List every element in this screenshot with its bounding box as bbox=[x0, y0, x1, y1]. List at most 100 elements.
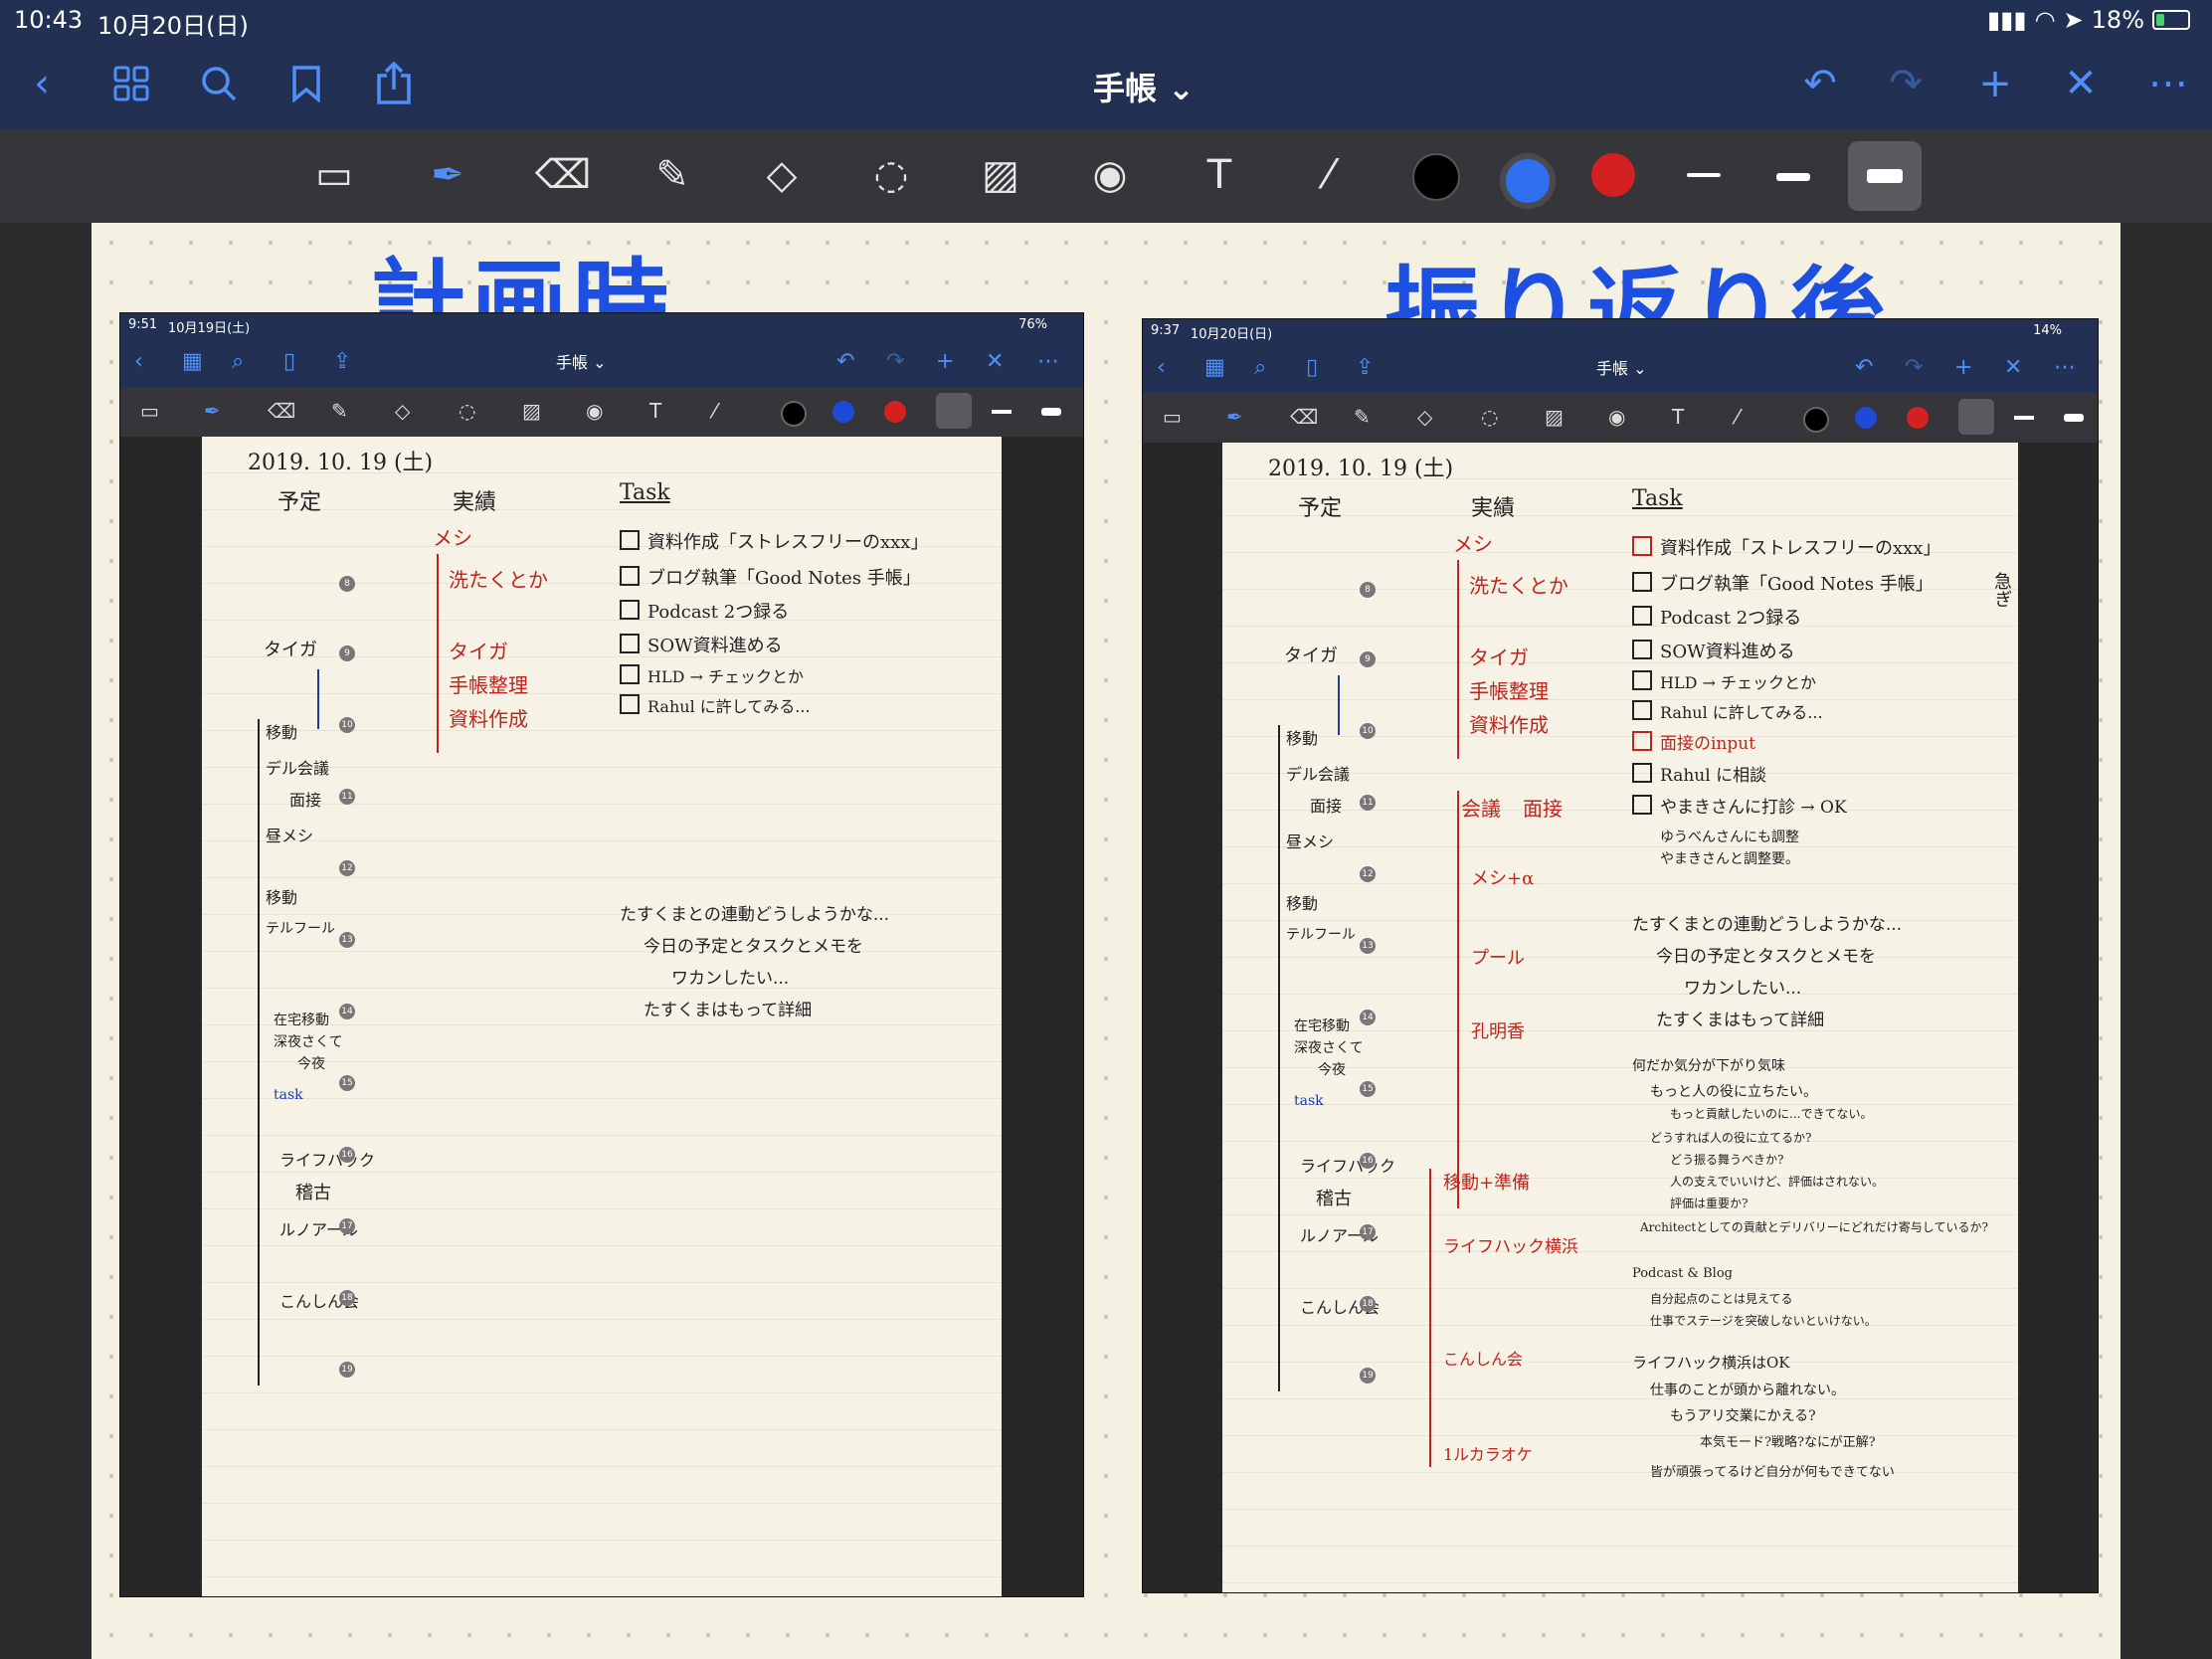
add-icon[interactable]: + bbox=[1969, 58, 2021, 109]
reflection-line: 人の支えでいいけど、評価はされない。 bbox=[1670, 1175, 1885, 1189]
hour-marker: 19 bbox=[339, 1362, 355, 1378]
shot-search-icon: ⌕ bbox=[232, 349, 245, 374]
planning-screenshot: 9:51 10月19日(土) 76% ‹ ▦ ⌕ ▯ ⇪ 手帳 ⌄ ↶ ↷ + … bbox=[119, 312, 1084, 1597]
reflection-line: どうすれば人の役に立てるか? bbox=[1650, 1131, 1812, 1145]
shot-back-icon: ‹ bbox=[1157, 355, 1166, 380]
hour-marker: 16 bbox=[1360, 1153, 1376, 1169]
hour-marker: 9 bbox=[1360, 651, 1376, 667]
hour-marker: 18 bbox=[1360, 1296, 1376, 1312]
laser-pointer-icon[interactable]: ⁄ bbox=[1299, 145, 1359, 205]
hour-marker: 17 bbox=[1360, 1224, 1376, 1240]
share-icon[interactable] bbox=[368, 58, 420, 109]
camera-icon[interactable]: ◉ bbox=[1080, 145, 1140, 205]
shot-share-icon: ⇪ bbox=[1356, 355, 1375, 380]
plan-timeline bbox=[1278, 725, 1280, 1391]
task-item: 資料作成「ストレスフリーのxxx」 bbox=[620, 528, 928, 554]
color-red-swatch[interactable] bbox=[1591, 153, 1635, 197]
hour-marker: 12 bbox=[339, 860, 355, 876]
actual-item: 孔明香 bbox=[1471, 1021, 1525, 1042]
search-icon[interactable] bbox=[193, 58, 245, 109]
shot-search-icon: ⌕ bbox=[1254, 355, 1267, 380]
hour-marker: 8 bbox=[1360, 582, 1376, 598]
memo-line: たすくまとの連動どうしようかな... bbox=[1632, 915, 1903, 935]
planning-sheet: 2019. 10. 19 (土) 予定 実績 Task メシ 洗たくとか タイガ… bbox=[202, 437, 1002, 1596]
col-plan-header: 予定 bbox=[277, 490, 322, 515]
page-layout-icon[interactable]: ▭ bbox=[304, 145, 364, 205]
text-box-icon[interactable]: T bbox=[1190, 145, 1249, 205]
color-blue-swatch[interactable] bbox=[1500, 153, 1556, 209]
plan-timeline bbox=[258, 719, 260, 1385]
added-task-note: やまきさんと調整要。 bbox=[1660, 851, 1799, 867]
actual-item: 洗たくとか bbox=[449, 568, 548, 592]
plan-item: デル会議 bbox=[266, 759, 330, 778]
memo-line: たすくまはもって詳細 bbox=[644, 1001, 813, 1020]
status-date: 10月20日(日) bbox=[97, 12, 249, 40]
more-icon[interactable]: ⋯ bbox=[2142, 58, 2194, 109]
shot-close-icon: ✕ bbox=[986, 349, 1005, 374]
shot-more-icon: ⋯ bbox=[1037, 349, 1059, 374]
battery-percent: 18% bbox=[2091, 6, 2144, 34]
image-icon[interactable]: ▨ bbox=[971, 145, 1030, 205]
sheet-date: 2019. 10. 19 (土) bbox=[248, 451, 434, 475]
shapes-icon[interactable]: ◇ bbox=[752, 145, 812, 205]
highlighter-icon[interactable]: ✎ bbox=[643, 145, 702, 205]
plan-item: 移動 bbox=[266, 888, 298, 907]
back-icon[interactable]: ‹ bbox=[16, 58, 68, 109]
lasso-icon[interactable]: ◌ bbox=[861, 145, 921, 205]
close-icon[interactable]: ✕ bbox=[2055, 58, 2107, 109]
col-task-header: Task bbox=[620, 480, 670, 505]
redo-icon[interactable]: ↷ bbox=[1880, 58, 1932, 109]
reflection-line: Podcast & Blog bbox=[1632, 1266, 1733, 1281]
shot-nav-bar: ‹ ▦ ⌕ ▯ ⇪ 手帳 ⌄ ↶ ↷ + ✕ ⋯ bbox=[1143, 345, 2098, 393]
stroke-thin-option[interactable] bbox=[1687, 173, 1721, 177]
actual-item: こんしん会 bbox=[1443, 1350, 1524, 1369]
task-item: 資料作成「ストレスフリーのxxx」 bbox=[1632, 534, 1940, 560]
plan-item: 深夜さくて bbox=[1294, 1040, 1364, 1056]
shot-toolbar: ▭ ✒ ⌫ ✎ ◇ ◌ ▨ ◉ T ⁄ bbox=[120, 387, 1083, 437]
memo-line: 今日の予定とタスクとメモを bbox=[644, 937, 863, 957]
status-time: 10:43 bbox=[14, 6, 84, 34]
note-page[interactable]: 計画時 振り返り後 9:51 10月19日(土) 76% ‹ ▦ ⌕ ▯ ⇪ 手… bbox=[92, 223, 2120, 1659]
added-task: やまきさんに打診 → OK bbox=[1632, 793, 1847, 818]
task-item: HLD → チェックとか bbox=[620, 663, 804, 687]
plan-item: 在宅移動 bbox=[1294, 1018, 1350, 1034]
eraser-icon[interactable]: ⌫ bbox=[533, 145, 593, 205]
status-bar: 10:43 10月20日(日) ▮▮▮ ◠ ➤ 18% bbox=[0, 0, 2212, 40]
reflection-line: 自分起点のことは見えてる bbox=[1650, 1292, 1793, 1306]
actual-item: 資料作成 bbox=[1469, 713, 1549, 737]
hour-marker: 14 bbox=[1360, 1010, 1376, 1025]
color-black-swatch[interactable] bbox=[1412, 153, 1460, 201]
undo-icon[interactable]: ↶ bbox=[1794, 58, 1846, 109]
task-item: ブログ執筆「Good Notes 手帳」 bbox=[620, 564, 921, 590]
shot-battery: 14% bbox=[2033, 323, 2062, 338]
reflection-line: 本気モード?戦略?なにが正解? bbox=[1700, 1435, 1876, 1450]
actual-item: 1ルカラオケ bbox=[1443, 1445, 1533, 1464]
col-actual-header: 実績 bbox=[1471, 496, 1516, 521]
grid-icon[interactable] bbox=[105, 58, 157, 109]
col-actual-header: 実績 bbox=[453, 490, 497, 515]
plan-item: 稽古 bbox=[1316, 1189, 1352, 1209]
actual-item: 手帳整理 bbox=[449, 673, 528, 697]
plan-item: 面接 bbox=[289, 791, 322, 810]
reflection-line: Architectとしての貢献とデリバリーにどれだけ寄与しているか? bbox=[1640, 1220, 1988, 1234]
wifi-icon: ◠ bbox=[2034, 6, 2056, 34]
actual-item: 会議 bbox=[1461, 797, 1501, 821]
actual-item: タイガ bbox=[449, 640, 508, 663]
hour-marker: 10 bbox=[1360, 723, 1376, 739]
pen-icon[interactable]: ✒ bbox=[418, 145, 477, 205]
shot-add-icon: + bbox=[1954, 355, 1973, 380]
shot-grid-icon: ▦ bbox=[1204, 355, 1225, 380]
notebook-title[interactable]: 手帳 ⌄ bbox=[1044, 64, 1243, 109]
stroke-thick-indicator bbox=[1867, 169, 1903, 183]
task-block-line bbox=[317, 669, 319, 729]
stroke-medium-option[interactable] bbox=[1776, 173, 1810, 181]
hour-marker: 10 bbox=[339, 717, 355, 733]
reflection-line: もうアリ交業にかえる? bbox=[1670, 1408, 1816, 1424]
plan-item: 移動 bbox=[1286, 894, 1319, 913]
nav-bar: ‹ 手帳 ⌄ ↶ ↷ + ✕ ⋯ bbox=[0, 40, 2212, 129]
actual-timeline bbox=[1429, 1169, 1431, 1467]
bookmark-icon[interactable] bbox=[280, 58, 332, 109]
actual-item: メシ bbox=[1453, 532, 1493, 556]
hour-marker: 13 bbox=[1360, 938, 1376, 954]
signal-icon: ▮▮▮ bbox=[1986, 6, 2027, 34]
